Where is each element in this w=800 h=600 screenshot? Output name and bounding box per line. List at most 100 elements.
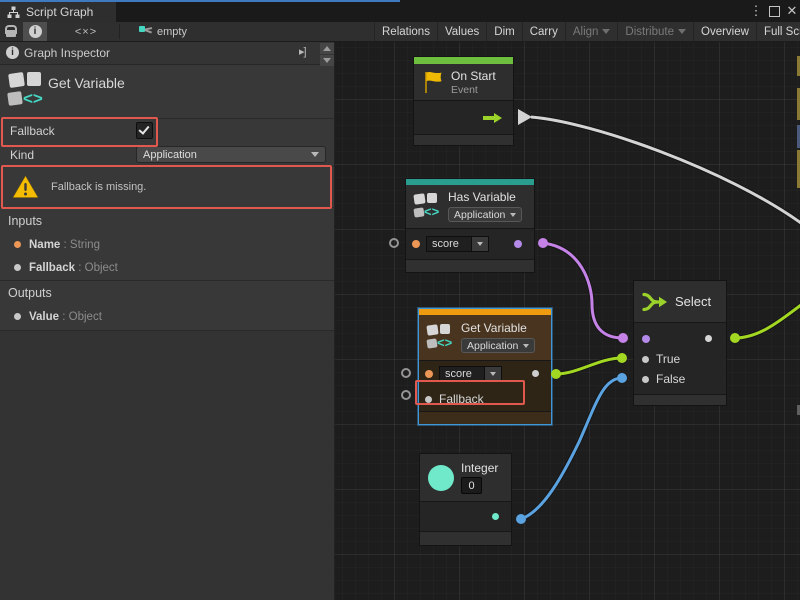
arrow-down-icon bbox=[323, 58, 331, 63]
inspector-toggle-button[interactable]: i bbox=[23, 22, 47, 41]
value-output-port[interactable] bbox=[532, 370, 539, 377]
wire-select-output[interactable] bbox=[735, 305, 800, 338]
fallback-port-label: Fallback bbox=[439, 392, 484, 406]
graph-breadcrumb[interactable]: empty bbox=[132, 22, 194, 41]
kind-dropdown[interactable]: Application bbox=[448, 207, 522, 222]
node-title: Get Variable bbox=[461, 321, 535, 335]
variable-name-field[interactable]: score bbox=[439, 366, 502, 382]
dim-button[interactable]: Dim bbox=[486, 22, 521, 41]
dock-panel-icon[interactable]: ▸] bbox=[299, 45, 306, 58]
selection-output-port[interactable] bbox=[705, 335, 712, 342]
divider bbox=[0, 118, 334, 119]
lock-button[interactable] bbox=[0, 22, 22, 41]
unconnected-port-ring[interactable] bbox=[401, 368, 411, 378]
toolbar-command-buttons: Relations Values Dim Carry Align Distrib… bbox=[374, 22, 800, 41]
inspector-empty-area bbox=[0, 331, 334, 600]
fallback-checkbox[interactable] bbox=[136, 122, 153, 139]
carry-button[interactable]: Carry bbox=[522, 22, 565, 41]
warning-text: Fallback is missing. bbox=[51, 181, 146, 193]
node-has-variable[interactable]: <> Has Variable Application score bbox=[405, 178, 535, 273]
result-output-port[interactable] bbox=[514, 240, 522, 248]
event-output-arrow-icon[interactable] bbox=[483, 113, 503, 123]
wire-get-variable-to-true[interactable] bbox=[556, 358, 622, 374]
arrow-up-icon bbox=[323, 46, 331, 51]
align-dropdown-button[interactable]: Align bbox=[565, 22, 618, 41]
fallback-input-port[interactable] bbox=[425, 396, 432, 403]
scroll-up-button[interactable] bbox=[320, 43, 334, 54]
tab-title: Script Graph bbox=[26, 5, 93, 19]
output-row-value: Value : Object bbox=[14, 307, 102, 325]
graph-toolbar: i <×> empty Zoom 1x Relations Values Dim… bbox=[0, 22, 800, 42]
node-select[interactable]: Select True False bbox=[633, 280, 727, 406]
graph-node-icon bbox=[139, 26, 152, 37]
chevron-down-icon bbox=[523, 344, 529, 348]
values-button[interactable]: Values bbox=[437, 22, 486, 41]
integer-output-port[interactable] bbox=[492, 513, 499, 520]
variable-picker-button[interactable] bbox=[485, 366, 502, 382]
condition-input-port[interactable] bbox=[642, 335, 650, 343]
variable-name-field[interactable]: score bbox=[426, 236, 489, 252]
variable-picker-button[interactable] bbox=[472, 236, 489, 252]
wire-endpoint bbox=[617, 353, 627, 363]
true-input-port[interactable] bbox=[642, 356, 649, 363]
node-footer bbox=[419, 411, 551, 424]
full-screen-button[interactable]: Full Screen bbox=[756, 22, 800, 41]
maximize-icon bbox=[769, 6, 780, 17]
unity-visual-scripting-window: Script Graph ⋮ ✕ i <×> empty Zoom 1x bbox=[0, 0, 800, 600]
port-dot-icon bbox=[14, 241, 21, 248]
graph-inspector-panel: i Graph Inspector ▸] <> Get Variable Fal… bbox=[0, 42, 335, 600]
chevron-down-icon bbox=[602, 29, 610, 34]
relations-button[interactable]: Relations bbox=[374, 22, 437, 41]
wire-endpoint bbox=[730, 333, 740, 343]
node-get-variable[interactable]: <> Get Variable Application score bbox=[418, 308, 552, 425]
port-dot-icon bbox=[14, 313, 21, 320]
node-on-start[interactable]: On Start Event bbox=[413, 56, 514, 146]
wire-has-variable-to-select[interactable] bbox=[543, 243, 623, 338]
close-button[interactable]: ✕ bbox=[784, 3, 800, 19]
info-icon: i bbox=[6, 46, 19, 59]
graph-hierarchy-icon bbox=[7, 6, 20, 19]
graph-canvas[interactable]: On Start Event <> bbox=[335, 42, 800, 600]
inputs-header: Inputs bbox=[8, 214, 42, 228]
node-integer[interactable]: Integer 0 bbox=[419, 453, 512, 546]
scroll-down-button[interactable] bbox=[320, 55, 334, 66]
fallback-field-label: Fallback bbox=[10, 124, 55, 138]
window-menu-button[interactable]: ⋮ bbox=[748, 3, 764, 19]
unconnected-port-ring[interactable] bbox=[389, 238, 399, 248]
false-port-label: False bbox=[656, 372, 685, 386]
name-input-port[interactable] bbox=[412, 240, 420, 248]
node-footer bbox=[406, 259, 534, 272]
tab-script-graph[interactable]: Script Graph bbox=[0, 2, 116, 22]
flag-icon bbox=[422, 70, 444, 94]
port-dot-icon bbox=[14, 264, 21, 271]
chevron-down-icon bbox=[510, 213, 516, 217]
tab-bar: Script Graph ⋮ ✕ bbox=[0, 0, 800, 22]
event-connection-triangle[interactable] bbox=[518, 109, 532, 125]
chevron-down-icon bbox=[311, 152, 319, 157]
info-icon: i bbox=[29, 25, 42, 38]
wire-on-start[interactable] bbox=[531, 117, 800, 223]
code-preview-button[interactable]: <×> bbox=[60, 22, 112, 41]
wire-endpoint bbox=[538, 238, 548, 248]
maximize-button[interactable] bbox=[766, 3, 782, 19]
integer-icon bbox=[428, 465, 454, 491]
integer-value-field[interactable]: 0 bbox=[461, 477, 482, 494]
code-icon: <×> bbox=[75, 26, 97, 38]
node-footer bbox=[634, 394, 726, 405]
input-row-fallback: Fallback : Object bbox=[14, 258, 118, 276]
wire-endpoint bbox=[516, 514, 526, 524]
node-footer bbox=[420, 531, 511, 545]
kebab-icon: ⋮ bbox=[750, 3, 763, 18]
kind-dropdown[interactable]: Application bbox=[461, 338, 535, 353]
overview-button[interactable]: Overview bbox=[693, 22, 756, 41]
false-input-port[interactable] bbox=[642, 376, 649, 383]
distribute-dropdown-button[interactable]: Distribute bbox=[617, 22, 693, 41]
lock-icon bbox=[5, 25, 17, 34]
kind-field-label: Kind bbox=[10, 148, 34, 162]
wire-endpoint bbox=[551, 369, 561, 379]
name-input-port[interactable] bbox=[425, 370, 433, 378]
kind-dropdown[interactable]: Application bbox=[136, 146, 326, 163]
node-title: Integer bbox=[461, 461, 498, 475]
get-variable-icon: <> bbox=[8, 70, 46, 114]
unconnected-port-ring[interactable] bbox=[401, 390, 411, 400]
